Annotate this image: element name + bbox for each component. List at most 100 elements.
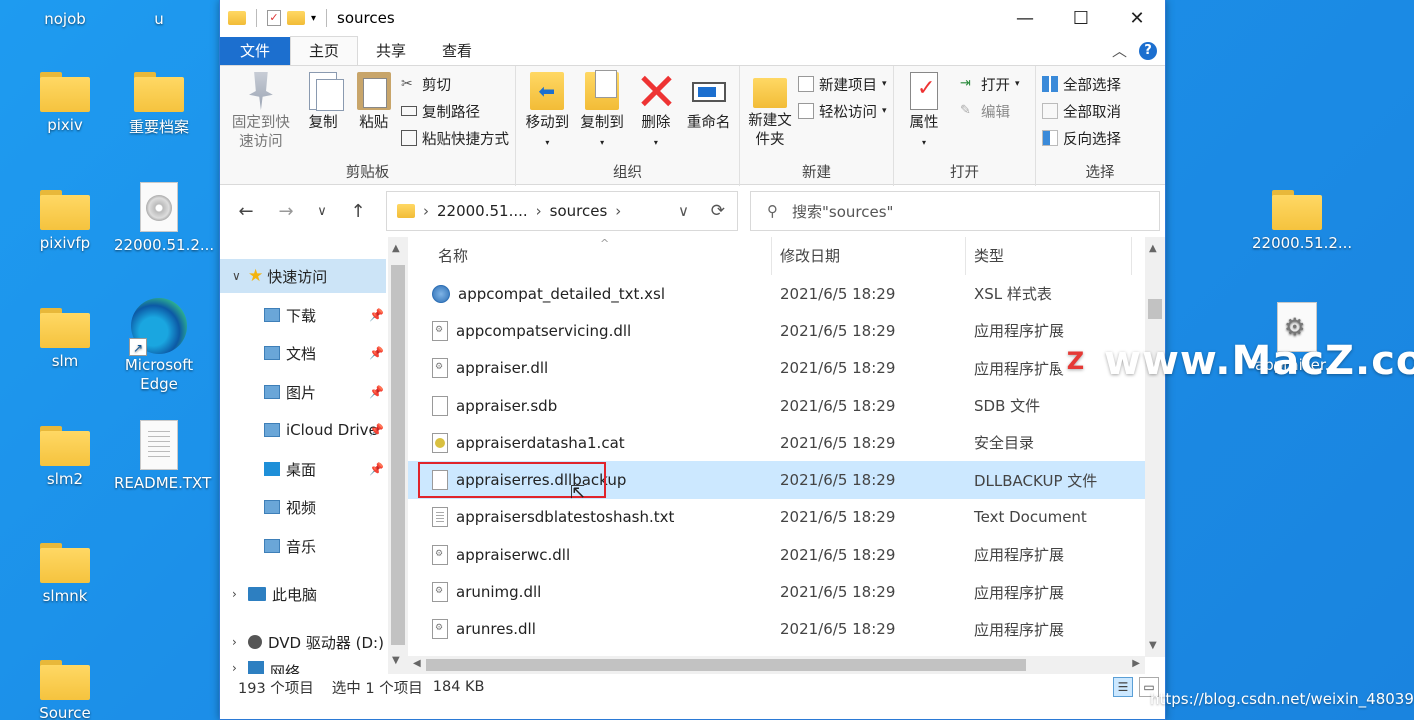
back-button[interactable]: ← (228, 193, 264, 229)
column-header-date[interactable]: 修改日期 (772, 237, 966, 275)
select-all-button[interactable]: 全部选择 (1042, 73, 1121, 95)
move-to-label: 移动到 (525, 115, 570, 131)
customize-toolbar-icon[interactable]: ▾ (311, 13, 316, 24)
file-list-scrollbar[interactable]: ▲ ▼ (1145, 237, 1165, 657)
file-row[interactable]: appraiserdatasha1.cat 2021/6/5 18:29 安全目录 (408, 424, 1145, 461)
minimize-button[interactable]: — (997, 0, 1053, 36)
recent-locations-button[interactable]: ∨ (308, 193, 336, 229)
file-row[interactable]: appraiserwc.dll 2021/6/5 18:29 应用程序扩展 (408, 536, 1145, 573)
desktop-icon-edge[interactable]: ↗ Microsoft Edge (114, 298, 204, 394)
desktop-icon-u[interactable]: u (114, 6, 204, 28)
nav-item-music[interactable]: 音乐 (220, 529, 386, 563)
desktop-icon-slm[interactable]: slm (20, 308, 110, 370)
scrollbar-thumb[interactable] (1148, 299, 1162, 319)
mouse-cursor-icon: ⇱ (570, 482, 586, 503)
desktop-icon-source[interactable]: Source (20, 660, 110, 720)
desktop-icon-slmnk[interactable]: slmnk (20, 543, 110, 605)
copy-label: 复制 (308, 115, 338, 131)
paste-shortcut-button[interactable]: 粘贴快捷方式 (401, 127, 509, 149)
tab-file[interactable]: 文件 (220, 37, 290, 65)
scrollbar-thumb[interactable] (391, 265, 405, 645)
chevron-right-icon[interactable]: › (232, 635, 248, 649)
chevron-right-icon[interactable]: › (232, 587, 248, 601)
properties-quick-icon[interactable]: ✓ (267, 10, 281, 26)
folder-icon (40, 308, 90, 348)
breadcrumb-item[interactable]: sources (550, 202, 608, 220)
delete-label: 删除 (641, 115, 671, 131)
tab-view[interactable]: 查看 (424, 37, 490, 65)
file-rows: appcompat_detailed_txt.xsl 2021/6/5 18:29… (408, 275, 1145, 674)
file-row[interactable]: appraiser.sdb 2021/6/5 18:29 SDB 文件 (408, 387, 1145, 424)
chevron-down-icon[interactable]: ∨ (232, 269, 248, 283)
scroll-up-icon[interactable]: ▲ (392, 243, 400, 254)
nav-network[interactable]: › 网络 (220, 661, 386, 674)
scroll-up-icon[interactable]: ▲ (1149, 243, 1157, 254)
copy-path-button[interactable]: 复制路径 (401, 100, 509, 122)
address-dropdown-icon[interactable]: ∨ (678, 202, 689, 220)
dll-file-icon (432, 358, 448, 379)
desktop-icon-pixivfp[interactable]: pixivfp (20, 190, 110, 252)
address-bar[interactable]: › 22000.51.... › sources › ∨ ⟳ (386, 191, 738, 231)
refresh-icon[interactable]: ⟳ (711, 201, 725, 221)
file-row[interactable]: appcompatservicing.dll2021/6/5 18:29应用程序… (408, 312, 1145, 349)
file-row[interactable]: appraisersdblatestoshash.txt 2021/6/5 18:… (408, 499, 1145, 536)
scroll-down-icon[interactable]: ▼ (1149, 640, 1157, 651)
search-box[interactable]: ⚲ 搜索"sources" (750, 191, 1160, 231)
scroll-right-icon[interactable]: ▶ (1132, 658, 1140, 669)
tab-home[interactable]: 主页 (290, 36, 359, 65)
move-to-icon (530, 72, 565, 110)
nav-item-downloads[interactable]: 下载 📌 (220, 298, 386, 332)
help-icon[interactable]: ? (1139, 41, 1157, 60)
desktop-icon-nojob[interactable]: nojob (20, 6, 110, 28)
desktop-icon-pixiv[interactable]: pixiv (20, 72, 110, 134)
scrollbar-thumb[interactable] (426, 659, 1026, 671)
collapse-ribbon-icon[interactable]: ︿ (1112, 40, 1127, 61)
file-row[interactable]: arunres.dll 2021/6/5 18:29 应用程序扩展 (408, 611, 1145, 648)
file-row[interactable]: appcompat_detailed_txt.xsl 2021/6/5 18:29… (408, 275, 1145, 312)
desktop-icon-slm2[interactable]: slm2 (20, 426, 110, 488)
nav-item-desktop[interactable]: 桌面 📌 (220, 452, 386, 486)
column-header-name[interactable]: ^ 名称 (408, 237, 772, 275)
details-view-button[interactable]: ☰ (1113, 677, 1133, 697)
tab-share[interactable]: 共享 (358, 37, 424, 65)
easy-access-button[interactable]: 轻松访问 ▾ (798, 100, 887, 122)
file-row[interactable]: appraiserres.dllbackup 2021/6/5 18:29 DLLB… (408, 461, 1145, 499)
forward-button[interactable]: → (268, 193, 304, 229)
new-item-button[interactable]: 新建项目 ▾ (798, 73, 887, 95)
edit-button[interactable]: ✎ 编辑 (960, 100, 1020, 122)
nav-item-icloud-drive[interactable]: iCloud Drive 📌 (220, 413, 386, 447)
scroll-down-icon[interactable]: ▼ (392, 655, 400, 666)
nav-scrollbar[interactable]: ▲ ▼ (388, 237, 408, 674)
desktop-icon-22000-folder[interactable]: 22000.51.2... (1252, 190, 1352, 252)
close-button[interactable]: ✕ (1109, 0, 1165, 36)
new-folder-quick-icon[interactable] (287, 11, 305, 25)
horizontal-scrollbar[interactable]: ◀ ▶ (408, 656, 1145, 674)
desktop-icon-readme[interactable]: README.TXT (114, 420, 211, 492)
nav-dvd-drive[interactable]: › DVD 驱动器 (D:) (220, 625, 386, 659)
file-row[interactable]: arunimg.dll 2021/6/5 18:29 应用程序扩展 (408, 573, 1145, 610)
nav-item-pictures[interactable]: 图片 📌 (220, 375, 386, 409)
nav-item-videos[interactable]: 视频 (220, 490, 386, 524)
file-name: appcompatservicing.dll (456, 321, 632, 340)
folder-icon (40, 660, 90, 700)
nav-item-documents[interactable]: 文档 📌 (220, 336, 386, 370)
invert-selection-button[interactable]: 反向选择 (1042, 127, 1121, 149)
new-item-label: 新建项目 (819, 77, 877, 94)
nav-this-pc[interactable]: › 此电脑 (220, 577, 386, 611)
file-date: 2021/6/5 18:29 (780, 508, 896, 527)
maximize-button[interactable]: ☐ (1053, 0, 1109, 36)
breadcrumb-item[interactable]: 22000.51.... (437, 202, 528, 220)
desktop-icon-important-files[interactable]: 重要档案 (114, 72, 204, 137)
chevron-right-icon[interactable]: › (232, 661, 248, 674)
column-header-type[interactable]: 类型 (966, 237, 1132, 275)
nav-quick-access[interactable]: ∨ ★ 快速访问 (220, 259, 386, 293)
file-row[interactable]: appraiser.dll2021/6/5 18:29应用程序扩展 (408, 350, 1145, 387)
scroll-left-icon[interactable]: ◀ (413, 658, 421, 669)
desktop-icon-iso[interactable]: 22000.51.2... (114, 182, 214, 254)
up-button[interactable]: ↑ (340, 193, 376, 229)
delete-icon (639, 72, 673, 110)
open-button[interactable]: ⇥ 打开 ▾ (960, 73, 1020, 95)
folder-icon (40, 543, 90, 583)
cut-button[interactable]: ✂ 剪切 (401, 73, 509, 95)
select-none-button[interactable]: 全部取消 (1042, 100, 1121, 122)
